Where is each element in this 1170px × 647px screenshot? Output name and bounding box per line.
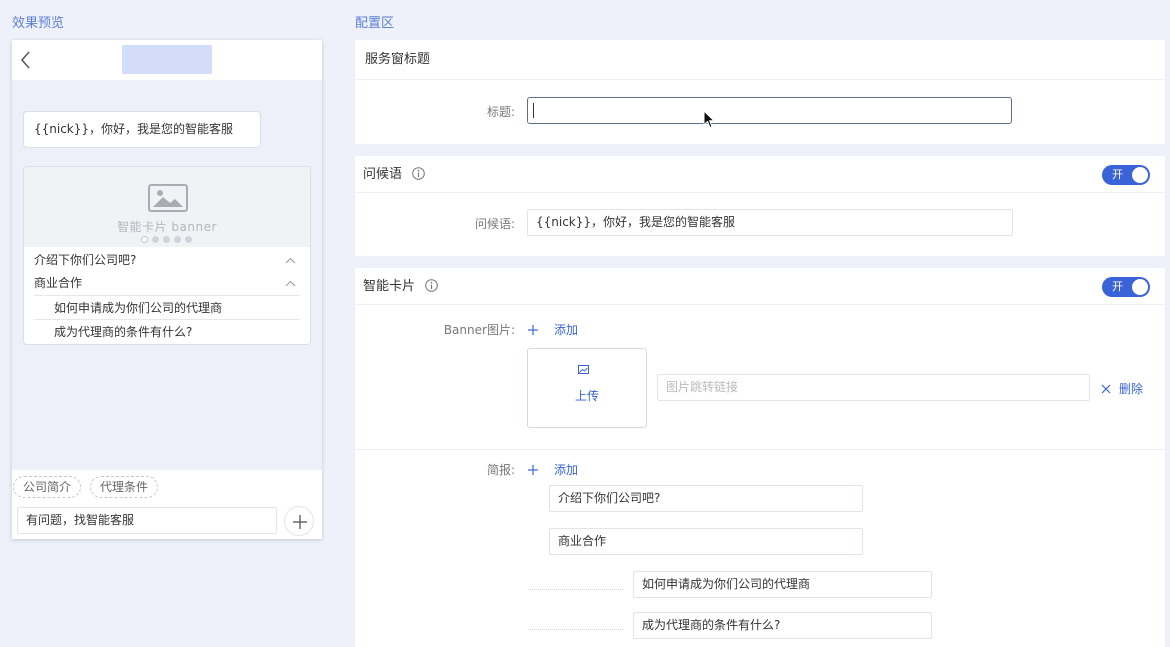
- plus-icon: [293, 515, 307, 529]
- smart-card: 智能卡片 banner 介绍下你们公司吧? 商业合作 如何申请成为你们公司的代理…: [23, 166, 311, 345]
- card-banner: 智能卡片 banner: [24, 167, 310, 247]
- greeting-input[interactable]: {{nick}}，你好，我是您的智能客服: [527, 209, 1013, 236]
- panel-title: 智能卡片: [363, 279, 416, 294]
- plus-icon: [528, 324, 538, 335]
- add-label: 添加: [554, 323, 579, 337]
- title-input[interactable]: [527, 97, 1012, 124]
- text-caret: [533, 103, 534, 118]
- image-icon: [578, 365, 589, 374]
- greeting-bubble: {{nick}}，你好，我是您的智能客服: [23, 111, 261, 148]
- tree-connector: [528, 629, 623, 630]
- card-subitem[interactable]: 成为代理商的条件有什么?: [34, 319, 300, 343]
- carousel-dot[interactable]: [141, 236, 148, 243]
- banner-label: Banner图片:: [443, 323, 515, 337]
- plus-icon: [528, 464, 538, 475]
- phone-bottom-bar: 公司简介 代理条件 有问题，找智能客服: [12, 470, 322, 539]
- card-item[interactable]: 介绍下你们公司吧?: [24, 249, 310, 272]
- mouse-cursor-icon: [703, 110, 715, 129]
- card-subitem[interactable]: 如何申请成为你们公司的代理商: [34, 295, 300, 319]
- carousel-dot[interactable]: [152, 236, 159, 243]
- add-label: 添加: [554, 463, 579, 477]
- title-placeholder: [122, 45, 212, 74]
- greeting-label: 问候语:: [474, 217, 515, 231]
- carousel-dot[interactable]: [163, 236, 170, 243]
- panel-title: 问候语: [363, 167, 403, 182]
- toggle-label: 开: [1112, 280, 1123, 293]
- phone-header: [12, 40, 322, 80]
- info-icon[interactable]: [412, 167, 425, 180]
- brief-item-input[interactable]: 介绍下你们公司吧?: [549, 485, 863, 512]
- toggle-knob: [1132, 279, 1148, 295]
- phone-preview: {{nick}}，你好，我是您的智能客服 智能卡片 banner 介绍下你们公司…: [12, 40, 322, 539]
- smart-card-panel: 智能卡片 开 Banner图片: 添加 上传 图片跳转链接 删除 简报: 添加 …: [355, 268, 1165, 647]
- quick-reply-chip[interactable]: 公司简介: [13, 476, 82, 498]
- config-section-label: 配置区: [355, 16, 395, 31]
- carousel-dot[interactable]: [185, 236, 192, 243]
- brief-subitem-input[interactable]: 如何申请成为你们公司的代理商: [633, 571, 932, 598]
- toggle-knob: [1132, 167, 1148, 183]
- image-icon: [148, 184, 188, 212]
- back-icon[interactable]: [20, 50, 32, 70]
- card-item-label: 介绍下你们公司吧?: [34, 253, 137, 267]
- chevron-up-icon: [285, 280, 296, 287]
- title-panel: 服务窗标题 标题:: [355, 40, 1165, 144]
- divider: [355, 449, 1165, 450]
- info-icon[interactable]: [425, 279, 438, 292]
- close-icon: [1101, 384, 1111, 393]
- upload-button[interactable]: 上传: [527, 348, 647, 428]
- brief-item-input[interactable]: 商业合作: [549, 528, 863, 555]
- delete-label: 删除: [1119, 382, 1144, 396]
- panel-header: 问候语 开: [355, 156, 1165, 193]
- toggle-label: 开: [1112, 168, 1123, 181]
- chat-input[interactable]: 有问题，找智能客服: [17, 507, 277, 534]
- title-label: 标题:: [486, 105, 515, 119]
- smart-card-toggle[interactable]: 开: [1102, 277, 1150, 297]
- add-brief-button[interactable]: 添加: [528, 461, 578, 478]
- carousel-dot[interactable]: [174, 236, 181, 243]
- tree-connector: [528, 589, 623, 590]
- card-item-label: 商业合作: [34, 276, 83, 290]
- brief-subitem-input[interactable]: 成为代理商的条件有什么?: [633, 612, 932, 639]
- image-link-placeholder: 图片跳转链接: [666, 380, 739, 394]
- add-banner-button[interactable]: 添加: [528, 321, 578, 338]
- quick-reply-chip[interactable]: 代理条件: [90, 476, 159, 498]
- greeting-toggle[interactable]: 开: [1102, 165, 1150, 185]
- greeting-panel: 问候语 开 问候语: {{nick}}，你好，我是您的智能客服: [355, 156, 1165, 256]
- image-link-input[interactable]: 图片跳转链接: [657, 374, 1090, 401]
- preview-section-label: 效果预览: [12, 16, 65, 31]
- brief-label: 简报:: [486, 463, 515, 477]
- delete-banner-button[interactable]: 删除: [1101, 380, 1143, 397]
- panel-title: 服务窗标题: [355, 40, 1165, 80]
- plus-button[interactable]: [284, 506, 314, 536]
- upload-label: 上传: [574, 389, 599, 403]
- banner-text: 智能卡片 banner: [117, 220, 217, 234]
- panel-header: 智能卡片 开: [355, 268, 1165, 305]
- chevron-up-icon: [285, 257, 296, 264]
- card-item[interactable]: 商业合作: [24, 272, 310, 295]
- carousel-dots: [141, 236, 192, 243]
